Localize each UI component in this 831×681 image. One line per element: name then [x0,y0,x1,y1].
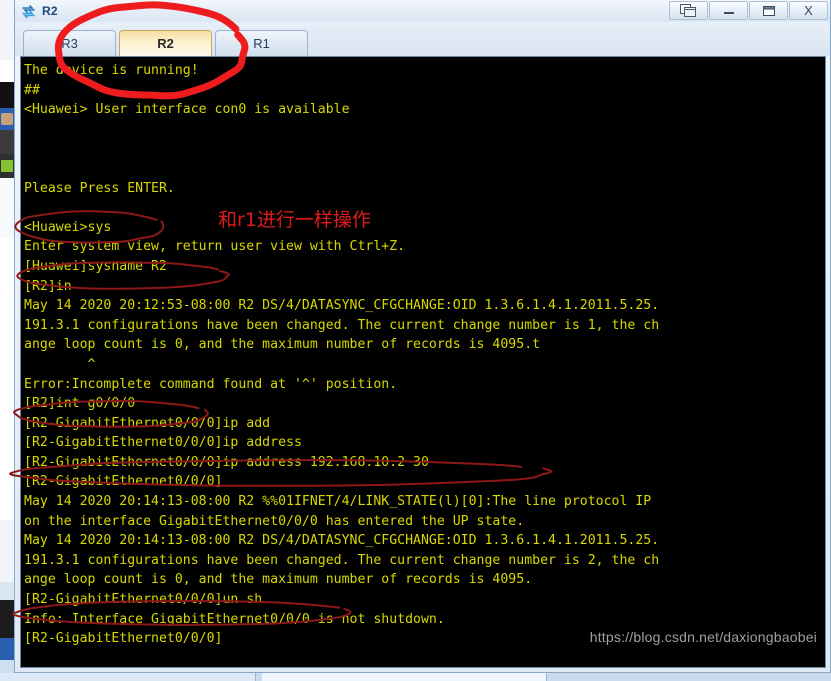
background-window-strip-e [0,178,14,238]
terminal-line: [Huawei]sysname R2 [24,258,167,274]
background-window-strip-b [0,82,14,108]
terminal-line: 191.3.1 configurations have been changed… [24,552,660,568]
background-window-strip-selected [0,108,14,130]
taskbar [0,673,831,681]
terminal-line: May 14 2020 20:14:13-08:00 R2 %%01IFNET/… [24,494,652,510]
background-window-strip-top [0,0,14,60]
maximize-window-button[interactable] [749,1,788,20]
background-window-strip-c [0,130,14,154]
terminal-line: [R2-GigabitEthernet0/0/0]un sh [24,592,263,608]
router-console-window: R2 X R3 R2 R1 The device is running! ## … [14,0,831,673]
terminal-line: Info: Interface GigabitEthernet0/0/0 is … [24,611,445,627]
terminal-line: Enter system view, return user view with… [24,239,406,255]
terminal-line: 191.3.1 configurations have been changed… [24,317,660,333]
terminal-line: <Huawei>sys [24,219,112,235]
tab-r3-label: R3 [61,36,78,51]
terminal-line: May 14 2020 20:12:53-08:00 R2 DS/4/DATAS… [24,298,660,314]
terminal-line: [R2-GigabitEthernet0/0/0] [24,474,223,490]
close-window-button[interactable]: X [789,1,828,20]
close-icon: X [804,3,813,18]
device-tab-list: R3 R2 R1 [23,26,830,56]
background-window-strip-j [0,638,14,660]
router-icon [21,3,37,19]
terminal-line: ange loop count is 0, and the maximum nu… [24,572,533,588]
background-window-strip-f [0,238,14,520]
terminal-line: [R2-GigabitEthernet0/0/0]ip address [24,435,302,451]
tab-r1-label: R1 [253,36,270,51]
device-tab-strip: R3 R2 R1 [15,22,830,56]
terminal-output: The device is running! ## <Huawei> User in… [24,59,825,649]
terminal-line: [R2]int g0/0/0 [24,396,136,412]
terminal-line: Please Press ENTER. [24,180,175,196]
window-title-bar[interactable]: R2 X [15,0,830,22]
tab-r3[interactable]: R3 [23,30,116,56]
background-window-strip-g [0,520,14,582]
terminal-line: [R2]in [24,278,72,294]
taskbar-segment-a [0,673,256,681]
terminal-frame[interactable]: The device is running! ## <Huawei> User in… [20,56,826,668]
terminal-line: The device is running! [24,63,199,78]
minimize-window-button[interactable] [709,1,748,20]
background-window-strip-i [0,600,14,638]
background-window-strip-a [0,60,14,82]
window-controls-group: X [668,0,828,21]
terminal-line: [R2-GigabitEthernet0/0/0]ip address 192.… [24,454,429,470]
terminal-line: May 14 2020 20:14:13-08:00 R2 DS/4/DATAS… [24,533,660,549]
taskbar-segment-b [262,673,547,681]
terminal-line: ## [24,82,40,98]
tab-r2-label: R2 [157,36,174,51]
terminal-line: on the interface GigabitEthernet0/0/0 ha… [24,513,525,529]
leaf-icon [1,160,13,172]
watermark-text: https://blog.csdn.net/daxiongbaobei [589,629,817,645]
thumbnail-icon [1,113,13,125]
window-title: R2 [42,4,58,18]
terminal-line: [R2-GigabitEthernet0/0/0]ip add [24,415,271,431]
terminal-line: ange loop count is 0, and the maximum nu… [24,337,541,353]
terminal-line: ^ [24,356,96,372]
terminal-line: <Huawei> User interface con0 is availabl… [24,102,350,118]
terminal-screen[interactable]: The device is running! ## <Huawei> User in… [24,59,825,667]
background-window-strip-d [0,154,14,178]
tab-r2[interactable]: R2 [119,30,212,56]
terminal-line: Error:Incomplete command found at '^' po… [24,376,398,392]
restore-window-button[interactable] [669,1,708,20]
tab-r1[interactable]: R1 [215,30,308,56]
background-window-strip-h [0,582,14,600]
